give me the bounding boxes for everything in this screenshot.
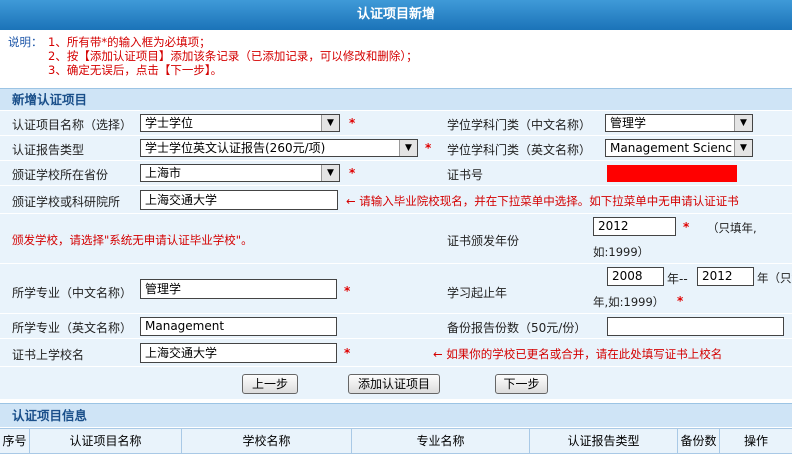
study-years-hint-continued: 年,如:1999） [593,295,665,309]
study-separator: 年-- [667,272,688,286]
instruction-line-3: 3、确定无误后，点击【下一步】。 [48,63,223,77]
category-cn-label: 学位学科门类（中文名称） [447,118,592,132]
page-title: 认证项目新增 [0,0,792,30]
project-name-select[interactable]: 学士学位 ▼ [140,114,340,132]
school-input[interactable]: 上海交通大学 [140,190,338,210]
required-star: * [349,116,356,130]
prev-button[interactable]: 上一步 [242,374,298,394]
issue-year-label: 证书颁发年份 [447,234,520,248]
column-header: 认证项目名称 [30,429,182,453]
report-type-select[interactable]: 学士学位英文认证报告(260元/项) ▼ [140,139,418,157]
section-new-project: 新增认证项目 [0,88,792,110]
study-start-input[interactable]: 2008 [607,267,664,286]
form-row: 颁证学校或科研院所 上海交通大学 ← 请输入毕业院校现名，并在下拉菜单中选择。如… [0,186,792,214]
table-header: 序号 认证项目名称 学校名称 专业名称 认证报告类型 备份数 操作 [0,428,792,454]
chevron-down-icon: ▼ [399,140,417,156]
category-cn-select[interactable]: 管理学 ▼ [605,114,753,132]
required-star: * [425,141,432,155]
issue-year-hint-continued: 如:1999） [593,245,650,259]
column-header: 认证报告类型 [530,429,678,453]
add-project-button[interactable]: 添加认证项目 [348,374,440,394]
major-cn-input[interactable]: 管理学 [140,279,337,299]
chevron-down-icon: ▼ [321,115,339,131]
major-en-label: 所学专业（英文名称） [12,321,133,335]
column-header: 学校名称 [182,429,352,453]
school-hint-continued: 颁发学校，请选择"系统无申请认证毕业学校"。 [12,233,253,247]
form-row: 所学专业（中文名称） 管理学 * 学习起止年 2008 年-- 2012 年（只… [0,264,792,314]
category-en-label: 学位学科门类（英文名称） [447,143,592,157]
issue-year-hint: （只填年, [707,221,757,235]
form-row: 认证报告类型 学士学位英文认证报告(260元/项) ▼ * 学位学科门类（英文名称… [0,136,792,161]
study-years-hint: 年（只填 [757,271,792,285]
school-label: 颁证学校或科研院所 [12,195,121,209]
form-row: 所学专业（英文名称） Management 备份报告份数（50元/份） [0,314,792,339]
column-header: 备份数 [678,429,720,453]
form-row: 颁发学校，请选择"系统无申请认证毕业学校"。 证书颁发年份 2012 * （只填… [0,214,792,264]
required-star: * [349,166,356,180]
chevron-down-icon: ▼ [734,115,752,131]
cert-school-hint: ← 如果你的学校已更名或合并，请在此处填写证书上校名 [433,347,723,361]
issue-year-input[interactable]: 2012 [593,217,676,236]
chevron-down-icon: ▼ [734,140,752,156]
form-row: 证书上学校名 上海交通大学 * ← 如果你的学校已更名或合并，请在此处填写证书上… [0,339,792,367]
category-en-select[interactable]: Management Scienc ▼ [605,139,753,157]
cert-school-label: 证书上学校名 [12,348,85,362]
column-header: 序号 [0,429,30,453]
button-bar: 上一步 添加认证项目 下一步 [0,367,792,400]
copies-label: 备份报告份数（50元/份） [447,321,587,335]
report-type-label: 认证报告类型 [12,143,85,157]
province-select[interactable]: 上海市 ▼ [140,164,340,182]
school-hint: ← 请输入毕业院校现名，并在下拉菜单中选择。如下拉菜单中无申请认证证书 [346,194,739,208]
section-project-info: 认证项目信息 [0,403,792,427]
required-star: * [344,284,351,298]
required-star: * [677,294,684,308]
major-en-input[interactable]: Management [140,317,337,336]
cert-school-input[interactable]: 上海交通大学 [140,343,337,363]
cert-no-input-redacted[interactable] [607,165,737,182]
province-label: 颁证学校所在省份 [12,168,109,182]
form-row: 颁证学校所在省份 上海市 ▼ * 证书号 [0,161,792,186]
required-star: * [344,346,351,360]
copies-input[interactable] [607,317,784,336]
column-header: 专业名称 [352,429,530,453]
instructions: 说明： 1、所有带*的输入框为必填项； 2、按【添加认证项目】添加该条记录（已添… [0,30,792,86]
major-cn-label: 所学专业（中文名称） [12,286,133,300]
project-name-label: 认证项目名称（选择） [12,118,133,132]
column-header: 操作 [743,434,768,448]
chevron-down-icon: ▼ [321,165,339,181]
instructions-label: 说明： [8,35,43,49]
study-end-input[interactable]: 2012 [697,267,754,286]
form-row: 认证项目名称（选择） 学士学位 ▼ * 学位学科门类（中文名称） 管理学 ▼ [0,111,792,136]
cert-no-label: 证书号 [447,168,484,182]
next-button[interactable]: 下一步 [495,374,548,394]
study-years-label: 学习起止年 [447,286,508,300]
required-star: * [683,220,690,234]
